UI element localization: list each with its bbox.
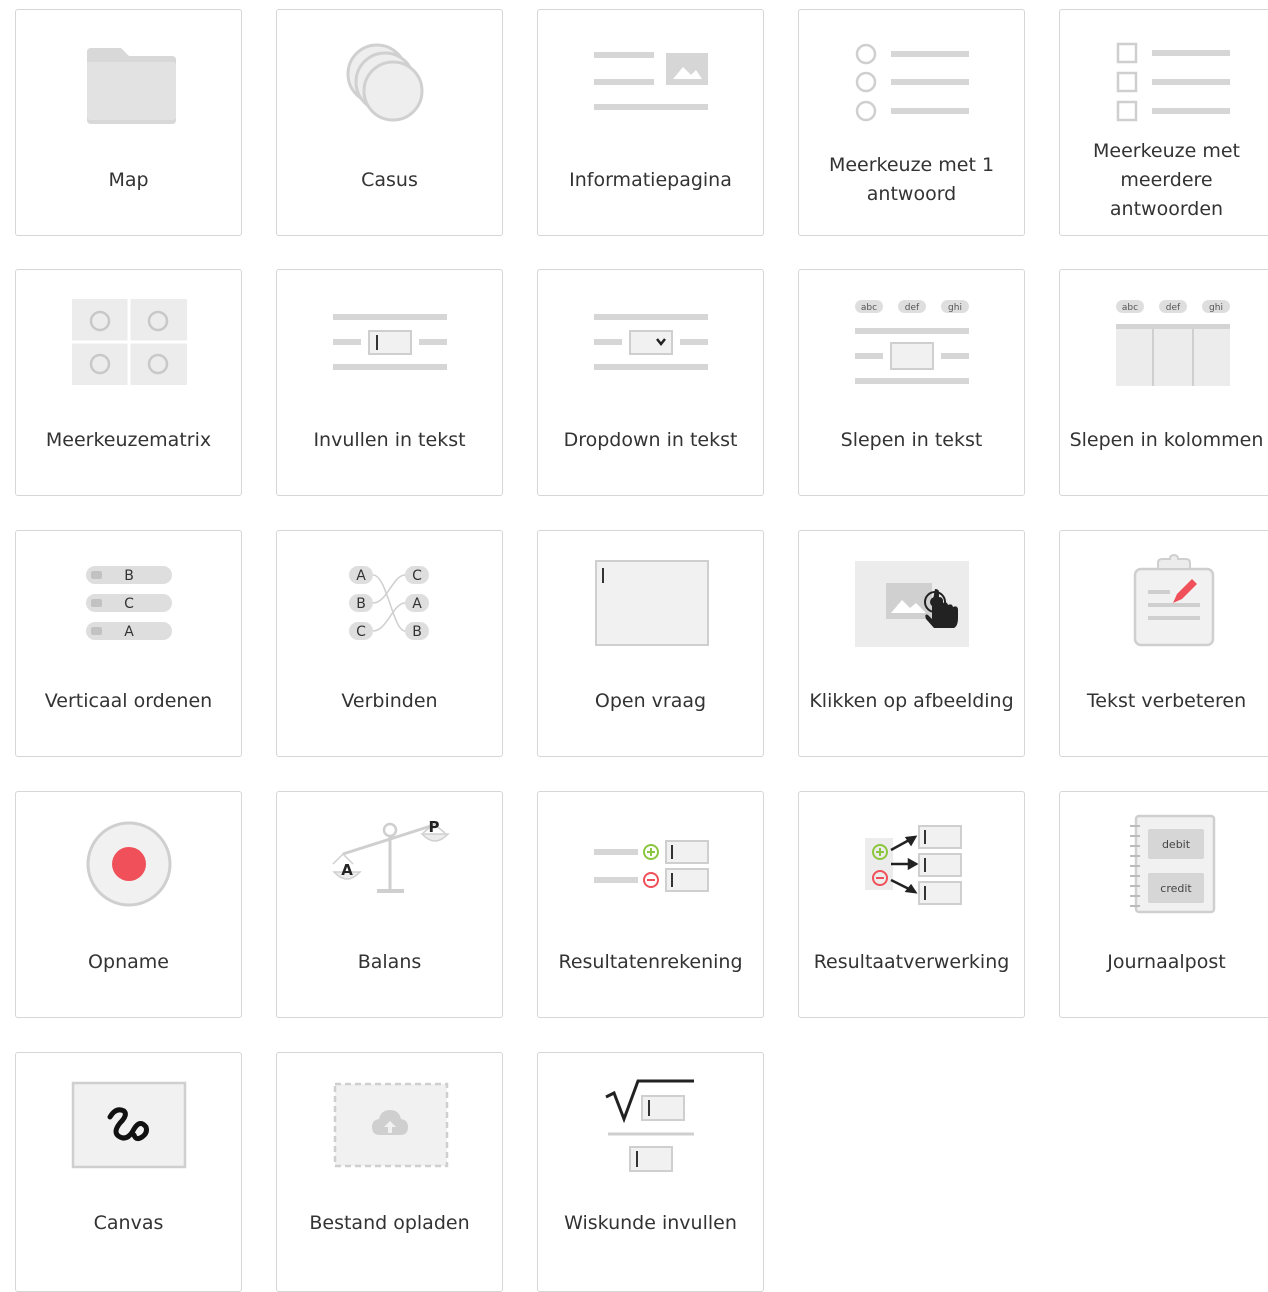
tile-label: Verticaal ordenen [44,689,213,712]
vertical-order-icon: B C A [16,531,243,671]
math-fill-in-icon [538,1053,765,1193]
tile-meerkeuzematrix[interactable]: Meerkeuzematrix [15,269,242,496]
tile-label: Opname [88,950,169,973]
tile-label: Casus [361,168,418,191]
tile-resultatenrekening[interactable]: Resultatenrekening [537,791,764,1018]
tile-meerkeuze-1[interactable]: Meerkeuze met 1 antwoord [798,9,1025,236]
tile-verbinden[interactable]: A B C C A B Verbinden [276,530,503,757]
journal-entry-icon: debit credit [1060,792,1268,932]
journal-entry-label: debit [1162,838,1191,851]
tile-label: Dropdown in tekst [563,428,738,451]
tile-label: Balans [357,950,422,973]
info-page-icon [538,10,765,150]
tile-balans[interactable]: A P Balans [276,791,503,1018]
open-question-icon [538,531,765,671]
chip-label: ghi [948,303,962,313]
tile-label: Klikken op afbeelding [809,689,1014,712]
journal-entry-label: credit [1160,882,1192,895]
tile-dropdown[interactable]: Dropdown in tekst [537,269,764,496]
tile-wiskunde[interactable]: Wiskunde invullen [537,1052,764,1292]
income-statement-icon [538,792,765,932]
tile-label: Resultatenrekening [558,950,743,973]
tile-slepen-kolommen[interactable]: abc def ghi Slepen in kolommen [1059,269,1268,496]
tile-verticaal[interactable]: B C A Verticaal ordenen [15,530,242,757]
tile-label: Informatiepagina [569,168,732,191]
tile-label: Slepen in kolommen [1069,428,1264,451]
tile-map[interactable]: Map [15,9,242,236]
connect-right-item: B [412,624,422,640]
tile-bestand[interactable]: Bestand opladen [276,1052,503,1292]
tile-label: Resultaatverwerking [813,950,1010,973]
tile-klikken[interactable]: Klikken op afbeelding [798,530,1025,757]
tile-label: Slepen in tekst [840,428,983,451]
dropdown-in-text-icon [538,270,765,410]
scale-icon: A P [277,792,504,932]
tile-label: Meerkeuzematrix [45,428,212,451]
record-icon [16,792,243,932]
drag-in-text-icon: abc def ghi [799,270,1026,410]
drag-in-columns-icon: abc def ghi [1060,270,1268,410]
tile-opname[interactable]: Opname [15,791,242,1018]
result-processing-icon [799,792,1026,932]
chip-label: abc [1122,303,1138,313]
clipboard-edit-icon [1060,531,1268,671]
connect-left-item: C [356,624,366,640]
tile-meerkeuze-meerdere[interactable]: Meerkeuze met meerdere antwoorden [1059,9,1268,236]
tile-resultaatverwerking[interactable]: Resultaatverwerking [798,791,1025,1018]
tile-tekst-verbeteren[interactable]: Tekst verbeteren [1059,530,1268,757]
connect-right-item: A [412,596,422,612]
radio-list-icon [799,10,1026,150]
order-item: C [124,596,134,612]
connect-left-item: B [356,596,366,612]
chip-label: ghi [1209,303,1223,313]
tile-label: Invullen in tekst [313,428,466,451]
scale-letter: A [341,861,353,879]
chip-label: def [1166,303,1181,313]
file-upload-icon [277,1053,504,1193]
tile-open-vraag[interactable]: Open vraag [537,530,764,757]
tile-invullen[interactable]: Invullen in tekst [276,269,503,496]
tile-journaalpost[interactable]: debit credit Journaalpost [1059,791,1268,1018]
click-image-icon [799,531,1026,671]
tile-label: Tekst verbeteren [1086,689,1247,712]
tile-casus[interactable]: Casus [276,9,503,236]
connect-left-item: A [356,568,366,584]
tile-label: Map [108,168,149,191]
tile-informatiepagina[interactable]: Informatiepagina [537,9,764,236]
matrix-icon [16,270,243,410]
connect-right-item: C [412,568,422,584]
chip-label: abc [861,303,877,313]
order-item: B [124,568,134,584]
connect-icon: A B C C A B [277,531,504,671]
stacked-circles-icon [277,10,504,150]
tile-label: Meerkeuze met 1 antwoord [828,154,995,205]
tile-label: Canvas [93,1211,164,1234]
fill-in-text-icon [277,270,504,410]
order-item: A [124,624,134,640]
canvas-drawing-icon [16,1053,243,1193]
tile-label: Bestand opladen [309,1211,470,1234]
tile-label: Wiskunde invullen [564,1211,737,1234]
tile-label: Open vraag [594,689,707,712]
tile-label: Verbinden [341,689,438,712]
tile-label: Journaalpost [1107,950,1226,973]
chip-label: def [905,303,920,313]
tile-slepen-tekst[interactable]: abc def ghi Slepen in tekst [798,269,1025,496]
folder-icon [16,10,243,150]
tile-label: Meerkeuze met meerdere antwoorden [1093,139,1240,220]
tile-canvas[interactable]: Canvas [15,1052,242,1292]
scale-letter: P [429,818,440,836]
checkbox-list-icon [1060,10,1268,150]
